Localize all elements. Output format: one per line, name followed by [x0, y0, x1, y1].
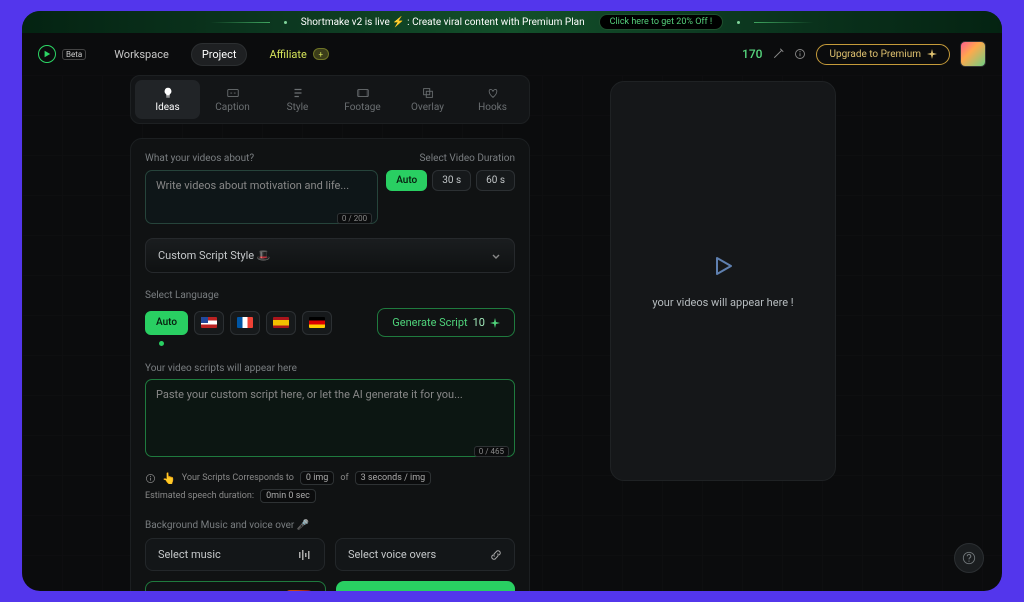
video-preview: your videos will appear here !	[610, 81, 836, 481]
tab-style[interactable]: Style	[265, 80, 330, 119]
help-button[interactable]	[954, 543, 984, 573]
of-label: of	[340, 473, 348, 483]
style-icon	[291, 86, 305, 100]
banner-deco-line	[210, 22, 270, 23]
select-music-label: Select music	[158, 548, 221, 561]
info-icon	[145, 473, 156, 484]
tab-footage[interactable]: Footage	[330, 80, 395, 119]
tab-label: Overlay	[411, 102, 444, 113]
scripts-label: Your video scripts will appear here	[145, 363, 297, 374]
lightbulb-icon	[161, 86, 175, 100]
gen-script-label: Generate Script	[392, 316, 467, 329]
lang-es[interactable]	[266, 311, 296, 335]
tab-ideas[interactable]: Ideas	[135, 80, 200, 119]
finger-icon: 👆	[162, 472, 176, 485]
flag-de-icon	[309, 317, 325, 328]
promo-banner: Shortmake v2 is live ⚡ : Create viral co…	[22, 11, 1002, 33]
img-count-badge: 0 img	[300, 471, 334, 485]
tab-label: Style	[287, 102, 309, 113]
beta-badge: Beta	[62, 49, 86, 60]
flag-us-icon	[201, 317, 217, 328]
sparkle-icon	[490, 318, 500, 328]
sec-per-img-badge: 3 seconds / img	[355, 471, 432, 485]
select-music-button[interactable]: Select music	[145, 538, 325, 571]
credits-count: 170	[742, 47, 762, 61]
duration-30s[interactable]: 30 s	[432, 170, 471, 191]
banner-deco-dot	[737, 21, 740, 24]
lang-auto[interactable]: Auto	[145, 311, 188, 335]
main-nav: Workspace Project Affiliate +	[104, 43, 339, 66]
sparkle-icon	[927, 49, 937, 59]
estimated-value: 0min 0 sec	[260, 489, 316, 503]
banner-text: Shortmake v2 is live ⚡ : Create viral co…	[301, 17, 585, 28]
affiliate-plus-badge: +	[313, 48, 329, 60]
select-voice-button[interactable]: Select voice overs	[335, 538, 515, 571]
language-label: Select Language	[145, 290, 219, 301]
overlay-icon	[421, 86, 435, 100]
lang-fr[interactable]	[230, 311, 260, 335]
caption-icon	[226, 86, 240, 100]
generate-video-button[interactable]: Generate video 60	[336, 581, 515, 591]
select-voice-label: Select voice overs	[348, 548, 436, 561]
music-label: Background Music and voice over 🎤	[145, 520, 309, 531]
scripts-counter: 0 / 465	[474, 446, 509, 457]
tab-label: Footage	[344, 102, 380, 113]
avatar[interactable]	[960, 41, 986, 67]
flag-fr-icon	[237, 317, 253, 328]
lang-indicator-dot	[159, 341, 164, 346]
duration-auto[interactable]: Auto	[386, 170, 427, 191]
script-input[interactable]	[145, 379, 515, 457]
nav-workspace[interactable]: Workspace	[104, 44, 179, 65]
nav-affiliate[interactable]: Affiliate +	[259, 44, 338, 65]
tab-overlay[interactable]: Overlay	[395, 80, 460, 119]
script-style-label: Custom Script Style 🎩	[158, 249, 271, 262]
script-style-select[interactable]: Custom Script Style 🎩	[145, 238, 515, 273]
images-styles-button[interactable]: Images Styles	[145, 581, 326, 591]
tab-label: Ideas	[155, 102, 179, 113]
preview-placeholder-text: your videos will appear here !	[652, 296, 793, 309]
duration-label: Select Video Duration	[419, 153, 515, 164]
link-icon	[490, 549, 502, 561]
flag-es-icon	[273, 317, 289, 328]
generate-script-button[interactable]: Generate Script 10	[377, 308, 515, 337]
lang-de[interactable]	[302, 311, 332, 335]
tab-hooks[interactable]: Hooks	[460, 80, 525, 119]
estimated-label: Estimated speech duration:	[145, 491, 254, 501]
info-icon[interactable]	[794, 48, 806, 60]
editor-tabs: Ideas Caption Style Footage Overlay	[130, 75, 530, 124]
banner-deco-dot	[284, 21, 287, 24]
style-thumbnail	[285, 590, 313, 591]
lang-en-us[interactable]	[194, 311, 224, 335]
play-icon[interactable]	[711, 254, 735, 278]
heart-icon	[486, 86, 500, 100]
nav-affiliate-label: Affiliate	[269, 48, 306, 61]
footage-icon	[356, 86, 370, 100]
equalizer-icon	[298, 549, 312, 561]
corresponds-label: Your Scripts Corresponds to	[182, 473, 294, 483]
duration-60s[interactable]: 60 s	[476, 170, 515, 191]
topbar: Beta Workspace Project Affiliate + 170 U…	[22, 33, 1002, 75]
tab-label: Caption	[215, 102, 250, 113]
logo-group[interactable]: Beta	[38, 45, 86, 63]
banner-cta-button[interactable]: Click here to get 20% Off !	[599, 14, 724, 30]
chevron-down-icon	[490, 250, 502, 262]
gen-script-cost: 10	[473, 316, 485, 329]
ideas-panel: What your videos about? 0 / 200 Select V…	[130, 138, 530, 591]
about-label: What your videos about?	[145, 153, 378, 164]
tab-label: Hooks	[478, 102, 507, 113]
wand-icon[interactable]	[772, 48, 784, 60]
banner-deco-line	[754, 22, 814, 23]
tab-caption[interactable]: Caption	[200, 80, 265, 119]
logo-icon	[38, 45, 56, 63]
upgrade-label: Upgrade to Premium	[829, 49, 921, 60]
topic-counter: 0 / 200	[337, 213, 372, 224]
nav-project[interactable]: Project	[191, 43, 248, 66]
upgrade-button[interactable]: Upgrade to Premium	[816, 44, 950, 65]
